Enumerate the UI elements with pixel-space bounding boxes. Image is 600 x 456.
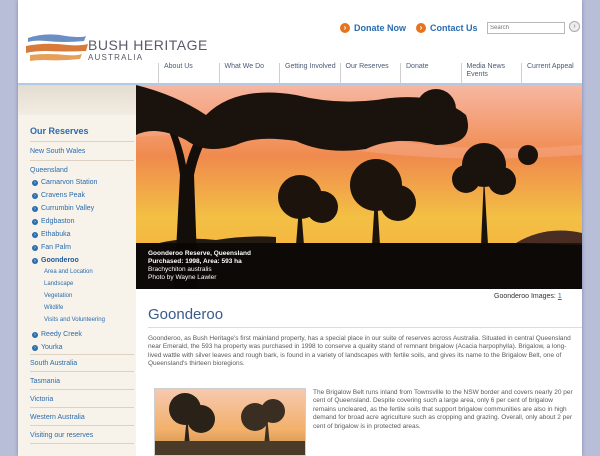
sidebar-item-reedy-creek[interactable]: › Reedy Creek (32, 331, 82, 338)
bush-heritage-logo[interactable] (26, 32, 88, 66)
nav-about-us[interactable]: About Us (158, 63, 219, 83)
image-link-1[interactable]: 1 (558, 293, 562, 300)
main-nav: About Us What We Do Getting Involved Our… (158, 63, 582, 83)
donate-now-link[interactable]: › Donate Now (340, 23, 406, 33)
intro-paragraph: Goonderoo, as Bush Heritage's first main… (148, 335, 571, 368)
arrow-bullet-icon: › (32, 332, 38, 338)
sidebar-title: Our Reserves (30, 126, 89, 136)
sidebar-item-ethabuka[interactable]: › Ethabuka (32, 231, 71, 238)
nav-current-appeal[interactable]: Current Appeal (521, 63, 582, 83)
sidebar-item-visiting-our-reserves[interactable]: Visiting our reserves (30, 432, 93, 439)
reserve-thumbnail-image[interactable] (154, 388, 306, 456)
search-go-icon[interactable]: › (569, 21, 580, 32)
sidebar-item-fan-palm[interactable]: › Fan Palm (32, 244, 71, 251)
sidebar-item-queensland[interactable]: Queensland (30, 167, 68, 174)
nav-our-reserves[interactable]: Our Reserves (339, 63, 401, 83)
sidebar-item-label: Edgbaston (41, 218, 75, 225)
arrow-bullet-icon: › (32, 245, 38, 251)
contact-us-label: Contact Us (430, 23, 478, 33)
sidebar-divider (30, 371, 134, 372)
arrow-bullet-icon: › (32, 345, 38, 351)
nav-media-news-events[interactable]: Media News Events (460, 63, 522, 83)
sidebar-item-visits-and-volunteering[interactable]: Visits and Volunteering (44, 317, 105, 323)
caption-reserve-name: Goonderoo Reserve, Queensland (148, 250, 251, 257)
sidebar-item-label: Goonderoo (41, 257, 79, 264)
caption-purchase-details: Purchased: 1998, Area: 593 ha (148, 258, 242, 265)
sidebar-item-area-and-location[interactable]: Area and Location (44, 269, 93, 275)
arrow-bullet-icon: › (32, 258, 38, 264)
sidebar-item-landscape[interactable]: Landscape (44, 281, 73, 287)
sidebar-divider (30, 425, 134, 426)
sidebar-item-western-australia[interactable]: Western Australia (30, 414, 85, 421)
arrow-bullet-icon: › (32, 232, 38, 238)
sidebar-divider (30, 407, 134, 408)
arrow-bullet-icon: › (32, 180, 38, 186)
arrow-circle-icon: › (340, 23, 350, 33)
sidebar-divider (30, 160, 134, 161)
arrow-bullet-icon: › (32, 206, 38, 212)
sidebar-item-label: Ethabuka (41, 231, 71, 238)
brand-name: BUSH HERITAGE (88, 37, 208, 53)
sidebar-item-currumbin-valley[interactable]: › Currumbin Valley (32, 205, 94, 212)
sidebar-item-label: Cravens Peak (41, 192, 85, 199)
sidebar-item-south-australia[interactable]: South Australia (30, 360, 77, 367)
sidebar-item-edgbaston[interactable]: › Edgbaston (32, 218, 74, 225)
sidebar-item-label: Fan Palm (41, 244, 71, 251)
nav-what-we-do[interactable]: What We Do (218, 63, 280, 83)
sidebar-item-carnarvon-station[interactable]: › Carnarvon Station (32, 179, 97, 186)
page-title: Goonderoo (148, 306, 224, 323)
donate-now-label: Donate Now (354, 23, 407, 33)
sidebar-item-new-south-wales[interactable]: New South Wales (30, 148, 85, 155)
sidebar-divider (30, 354, 134, 355)
page-frame: BUSH HERITAGE AUSTRALIA › Donate Now › C… (18, 0, 582, 456)
caption-photo-credit: Photo by Wayne Lawler (148, 274, 217, 281)
image-count: Goonderoo Images: 1 (494, 293, 562, 300)
image-count-label: Goonderoo Images: (494, 293, 556, 300)
sidebar-item-victoria[interactable]: Victoria (30, 396, 53, 403)
brigalow-belt-paragraph: The Brigalow Belt runs inland from Towns… (313, 389, 573, 430)
caption-species: Brachychiton australis (148, 266, 212, 273)
title-divider (148, 327, 582, 328)
sidebar-item-label: Carnarvon Station (41, 179, 98, 186)
arrow-circle-icon: › (416, 23, 426, 33)
nav-getting-involved[interactable]: Getting Involved (279, 63, 340, 83)
search-input[interactable] (487, 22, 565, 34)
nav-donate[interactable]: Donate (400, 63, 461, 83)
brigalow-trees-image (155, 389, 305, 455)
sidebar-item-goonderoo[interactable]: › Goonderoo (32, 257, 79, 264)
sidebar-item-cravens-peak[interactable]: › Cravens Peak (32, 192, 85, 199)
sidebar-item-tasmania[interactable]: Tasmania (30, 378, 60, 385)
sidebar-item-vegetation[interactable]: Vegetation (44, 293, 72, 299)
arrow-bullet-icon: › (32, 219, 38, 225)
arrow-bullet-icon: › (32, 193, 38, 199)
brand-subtitle: AUSTRALIA (88, 53, 144, 62)
sidebar-divider (30, 443, 134, 444)
sidebar-header-band (18, 85, 136, 115)
sidebar-divider (30, 389, 134, 390)
sidebar-item-yourka[interactable]: › Yourka (32, 344, 63, 351)
sidebar-item-label: Yourka (41, 344, 63, 351)
sidebar-item-label: Reedy Creek (41, 331, 82, 338)
contact-us-link[interactable]: › Contact Us (416, 23, 478, 33)
hero-image: Goonderoo Reserve, Queensland Purchased:… (136, 85, 582, 289)
sidebar-divider (30, 141, 134, 142)
sidebar-item-wildlife[interactable]: Wildlife (44, 305, 63, 311)
hero-caption: Goonderoo Reserve, Queensland Purchased:… (148, 250, 251, 282)
sidebar-item-label: Currumbin Valley (41, 205, 95, 212)
